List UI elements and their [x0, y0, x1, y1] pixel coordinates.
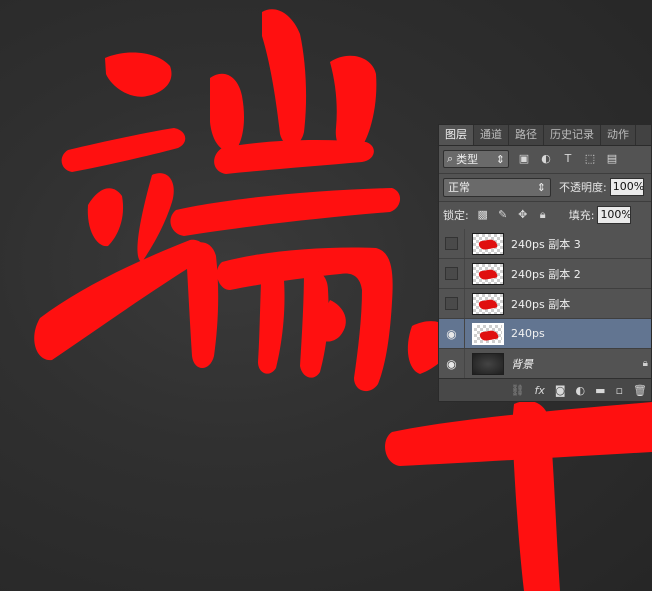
lock-move-icon[interactable]: ✥	[517, 209, 529, 221]
panel-tab-bar: 图层 通道 路径 历史记录 动作	[439, 125, 651, 146]
lock-label: 锁定:	[443, 209, 469, 222]
blend-row: 正常 ⇕ 不透明度: 100%	[443, 177, 651, 197]
layer-thumbnail	[472, 232, 504, 255]
layers-panel: 图层 通道 路径 历史记录 动作 ⌕ 类型 ⇕ ▣ ◐ T ⬚ ▤ 正常 ⇕ 不…	[438, 124, 652, 402]
tab-channels[interactable]: 通道	[474, 125, 509, 145]
hidden-box-icon	[445, 237, 458, 250]
layer-name[interactable]: 背景	[511, 356, 533, 372]
layer-row[interactable]: 240ps 副本 2	[439, 259, 651, 289]
layer-thumbnail	[472, 352, 504, 375]
glyph-duan-left-dot	[105, 52, 172, 97]
fx-icon[interactable]: fx	[534, 384, 544, 397]
layer-name[interactable]: 240ps 副本 2	[511, 266, 581, 282]
layer-row-selected[interactable]: ◉ 240ps	[439, 319, 651, 349]
visibility-toggle[interactable]: ◉	[439, 319, 465, 348]
glyph-duan-top-right	[330, 55, 377, 153]
panel-footer: ⛓ fx ◙ ◐ ▬ ▫ 🗑︎	[439, 378, 651, 401]
shape-filter-icon[interactable]: ⬚	[583, 152, 597, 166]
visibility-toggle[interactable]: ◉	[439, 349, 465, 378]
glyph-duan-left-base	[34, 239, 205, 361]
layer-thumbnail	[472, 322, 504, 345]
lock-paint-icon[interactable]: ✎	[497, 209, 509, 221]
hidden-box-icon	[445, 267, 458, 280]
text-filter-icon[interactable]: T	[561, 152, 575, 166]
image-filter-icon[interactable]: ▣	[517, 152, 531, 166]
trash-icon[interactable]: 🗑︎	[633, 384, 647, 397]
tab-layers[interactable]: 图层	[439, 125, 474, 145]
lock-icon: 🔒︎	[642, 358, 648, 369]
new-layer-icon[interactable]: ▫	[616, 384, 623, 397]
glyph-duan-top-left	[210, 73, 244, 152]
blend-mode-select[interactable]: 正常 ⇕	[443, 177, 551, 197]
glyph-duan-top-stroke	[262, 9, 307, 146]
layer-row[interactable]: 240ps 副本 3	[439, 229, 651, 259]
layer-filter-label: 类型	[456, 153, 479, 166]
layer-thumbnail	[472, 262, 504, 285]
divider	[439, 173, 651, 174]
tab-paths[interactable]: 路径	[509, 125, 544, 145]
lock-transparent-icon[interactable]: ▩	[477, 209, 489, 221]
eye-icon: ◉	[446, 326, 457, 341]
smart-object-filter-icon[interactable]: ▤	[605, 152, 619, 166]
layer-list: 240ps 副本 3 240ps 副本 2 240ps 副本 ◉ 240ps ◉…	[439, 229, 651, 379]
search-icon: ⌕	[447, 152, 454, 165]
adjustment-filter-icon[interactable]: ◐	[539, 152, 553, 166]
layer-row[interactable]: 240ps 副本	[439, 289, 651, 319]
updown-arrows-icon: ⇕	[536, 180, 546, 194]
layer-thumbnail	[472, 292, 504, 315]
glyph-duan-left-bar	[61, 128, 186, 172]
opacity-field[interactable]: 100%	[609, 178, 644, 196]
tab-actions[interactable]: 动作	[601, 125, 636, 145]
visibility-toggle[interactable]	[439, 289, 465, 318]
visibility-toggle[interactable]	[439, 229, 465, 258]
glyph-duan-left-lift	[137, 173, 174, 262]
link-icon[interactable]: ⛓	[511, 384, 525, 397]
glyph-duan-mid-bar	[170, 188, 401, 236]
eye-icon: ◉	[446, 356, 457, 371]
fill-field[interactable]: 100%	[597, 206, 632, 224]
background-layer-row[interactable]: ◉ 背景 🔒︎	[439, 349, 651, 379]
adjustment-icon[interactable]: ◐	[576, 384, 586, 397]
fill-label: 填充:	[568, 209, 595, 222]
blend-mode-value: 正常	[448, 181, 470, 194]
glyph-duan-bottom-frame	[186, 242, 393, 392]
tab-history[interactable]: 历史记录	[544, 125, 601, 145]
lock-row: 锁定: ▩ ✎ ✥ 🔒︎ 填充: 100%	[443, 205, 651, 225]
glyph-duan-left-dots	[87, 188, 124, 247]
hidden-box-icon	[445, 297, 458, 310]
opacity-label: 不透明度:	[559, 181, 607, 194]
folder-icon[interactable]: ▬	[595, 384, 605, 397]
lock-all-icon[interactable]: 🔒︎	[537, 209, 549, 221]
layer-name[interactable]: 240ps 副本	[511, 296, 570, 312]
layer-name[interactable]: 240ps 副本 3	[511, 236, 581, 252]
visibility-toggle[interactable]	[439, 259, 465, 288]
mask-icon[interactable]: ◙	[555, 384, 566, 397]
layer-filter-select[interactable]: ⌕ 类型 ⇕	[443, 150, 509, 168]
divider	[439, 201, 651, 202]
layer-name[interactable]: 240ps	[511, 327, 545, 340]
filter-row: ⌕ 类型 ⇕ ▣ ◐ T ⬚ ▤	[443, 149, 651, 169]
updown-arrows-icon: ⇕	[495, 152, 505, 166]
